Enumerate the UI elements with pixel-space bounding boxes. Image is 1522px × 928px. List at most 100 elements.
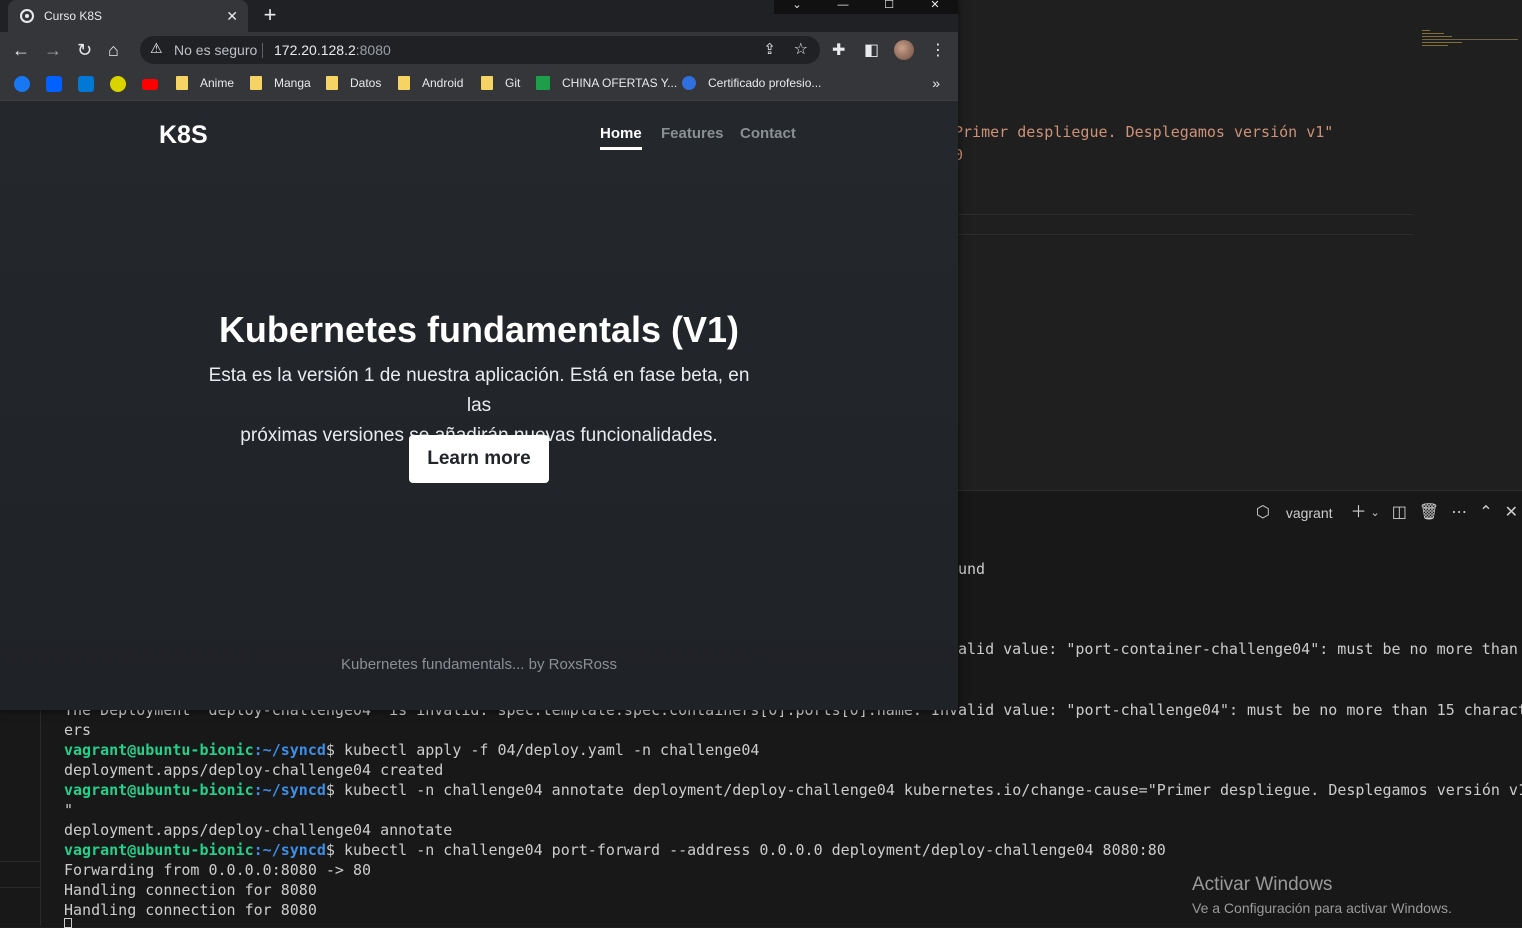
nav-contact[interactable]: Contact [740,125,796,142]
maximize-panel-icon[interactable]: ⌃ [1479,505,1492,521]
side-panel-icon[interactable]: ◧ [864,40,879,60]
terminal-output: Handling connection for 8080 [64,901,317,919]
menu-icon[interactable]: ⋮ [930,40,946,60]
site-brand[interactable]: K8S [159,121,208,150]
prompt-user: vagrant@ubuntu-bionic [64,781,254,799]
watermark-subtitle: Ve a Configuración para activar Windows. [1192,900,1452,916]
tab-strip: Curso K8S ✕ + ⌄ — ☐ ✕ [0,0,958,32]
terminal-output: ers [64,721,92,739]
editor-divider [958,234,1413,235]
code-editor[interactable] [958,0,1522,490]
nav-features[interactable]: Features [661,125,724,142]
bookmark-certificado[interactable]: Certificado profesio... [682,76,821,90]
trash-icon[interactable]: 🗑 [1419,505,1439,521]
maximize-icon[interactable]: ☐ [866,0,912,14]
bookmark-folder-anime[interactable]: Anime [176,76,234,90]
more-bookmarks-icon[interactable]: » [932,75,940,91]
prompt-path: :~/syncd [253,781,326,799]
terminal-output: deployment.apps/deploy-challenge04 creat… [64,761,444,779]
bookmark-folder-android[interactable]: Android [398,76,463,90]
terminal-output: " [64,801,74,819]
terminal-command-line: vagrant@ubuntu-bionic:~/syncd$ kubectl a… [64,740,759,760]
bookmark-folder-datos[interactable]: Datos [326,76,381,90]
split-terminal-icon[interactable]: ◫ [1392,505,1407,521]
close-window-icon[interactable]: ✕ [912,0,958,14]
facebook-icon[interactable] [14,76,30,92]
outlook-icon[interactable] [78,76,94,92]
certificate-icon [682,76,696,90]
prompt-path: :~/syncd [253,741,326,759]
back-icon[interactable]: ← [12,40,30,60]
terminal-shell-icon[interactable]: ⬡ [1256,505,1270,521]
tab-search-icon[interactable]: ⌄ [774,0,820,14]
share-icon[interactable]: ⇪ [763,40,776,58]
nav-home[interactable]: Home [600,125,642,150]
bookmark-label: Anime [200,76,235,90]
forward-icon[interactable]: → [44,40,62,60]
terminal-output: und [958,560,986,578]
folder-icon [398,76,410,90]
window-controls: ⌄ — ☐ ✕ [774,0,958,14]
windows-activation-watermark: Activar Windows Ve a Configuración para … [1192,874,1452,916]
url-text[interactable]: 172.20.128.2:8080 [274,42,391,58]
command: $ kubectl apply -f 04/deploy.yaml -n cha… [325,741,760,759]
minimap[interactable] [1422,30,1520,48]
omnibox-divider [262,43,263,58]
folder-icon [176,76,188,90]
prompt-user: vagrant@ubuntu-bionic [64,741,254,759]
browser-tab[interactable]: Curso K8S ✕ [8,0,248,32]
extensions-icon[interactable]: ✚ [832,40,845,60]
terminal-output: alid value: "port-container-challenge04"… [958,640,1518,658]
browser-window: Curso K8S ✕ + ⌄ — ☐ ✕ ← → ↻ ⌂ ⚠ No es se… [0,0,958,710]
dailymotion-icon[interactable] [110,76,126,92]
bookmark-label: Android [422,76,464,90]
hero-title: Kubernetes fundamentals (V1) [218,309,740,350]
close-tab-icon[interactable]: ✕ [226,8,238,25]
command: $ kubectl -n challenge04 port-forward --… [325,841,1166,859]
reload-icon[interactable]: ↻ [77,40,92,60]
hero-line: Esta es la versión 1 de nuestra aplicaci… [208,365,750,416]
home-icon[interactable]: ⌂ [108,40,119,60]
command: $ kubectl -n challenge04 annotate deploy… [325,781,1522,799]
folder-icon [481,76,493,90]
add-terminal-icon[interactable]: ＋ [1351,505,1367,521]
warning-icon[interactable]: ⚠ [150,40,163,57]
bookmarks-bar: Anime Manga Datos Android Git CHINA OFER… [0,68,958,101]
url-port: :8080 [355,42,391,58]
address-bar[interactable]: ⚠ No es seguro 172.20.128.2:8080 ⇪ ☆ [140,36,820,64]
url-host: 172.20.128.2 [274,42,356,58]
prompt-user: vagrant@ubuntu-bionic [64,841,254,859]
terminal-cursor [64,918,72,928]
security-status[interactable]: No es seguro [174,42,257,58]
new-tab-button[interactable]: + [258,4,282,28]
editor-line: Primer despliegue. Desplegamos versión v… [954,123,1334,141]
terminal-output: Forwarding from 0.0.0.0:8080 -> 80 [64,861,372,879]
dropbox-icon[interactable] [46,76,62,92]
terminal-name[interactable]: vagrant [1286,505,1333,521]
minimize-icon[interactable]: — [820,0,866,14]
bookmark-label: Certificado profesio... [708,76,822,90]
bookmark-label: CHINA OFERTAS Y... [562,76,678,90]
terminal-toolbar: ⬡ vagrant ＋ ⌄ ◫ 🗑 ⋯ ⌃ ✕ [1256,500,1522,526]
terminal-output: deployment.apps/deploy-challenge04 annot… [64,821,453,839]
tab-title: Curso K8S [44,9,103,23]
bookmark-china-ofertas[interactable]: CHINA OFERTAS Y... [536,76,677,90]
bookmark-folder-manga[interactable]: Manga [250,76,311,90]
browser-toolbar: ← → ↻ ⌂ ⚠ No es seguro 172.20.128.2:8080… [0,32,958,68]
prompt-path: :~/syncd [253,841,326,859]
folder-icon [250,76,262,90]
editor-divider [958,214,1413,215]
bookmark-label: Git [505,76,521,90]
bookmark-folder-git[interactable]: Git [481,76,520,90]
bookmark-label: Manga [274,76,311,90]
profile-avatar[interactable] [894,40,914,60]
close-panel-icon[interactable]: ✕ [1505,505,1518,521]
bookmark-star-icon[interactable]: ☆ [794,39,808,59]
panel-side-strip [0,705,41,926]
folder-icon [326,76,338,90]
learn-more-button[interactable]: Learn more [409,435,549,483]
chevron-down-icon[interactable]: ⌄ [1371,505,1380,521]
youtube-icon[interactable] [142,79,158,90]
bookmark-label: Datos [350,76,382,90]
more-actions-icon[interactable]: ⋯ [1451,505,1467,521]
